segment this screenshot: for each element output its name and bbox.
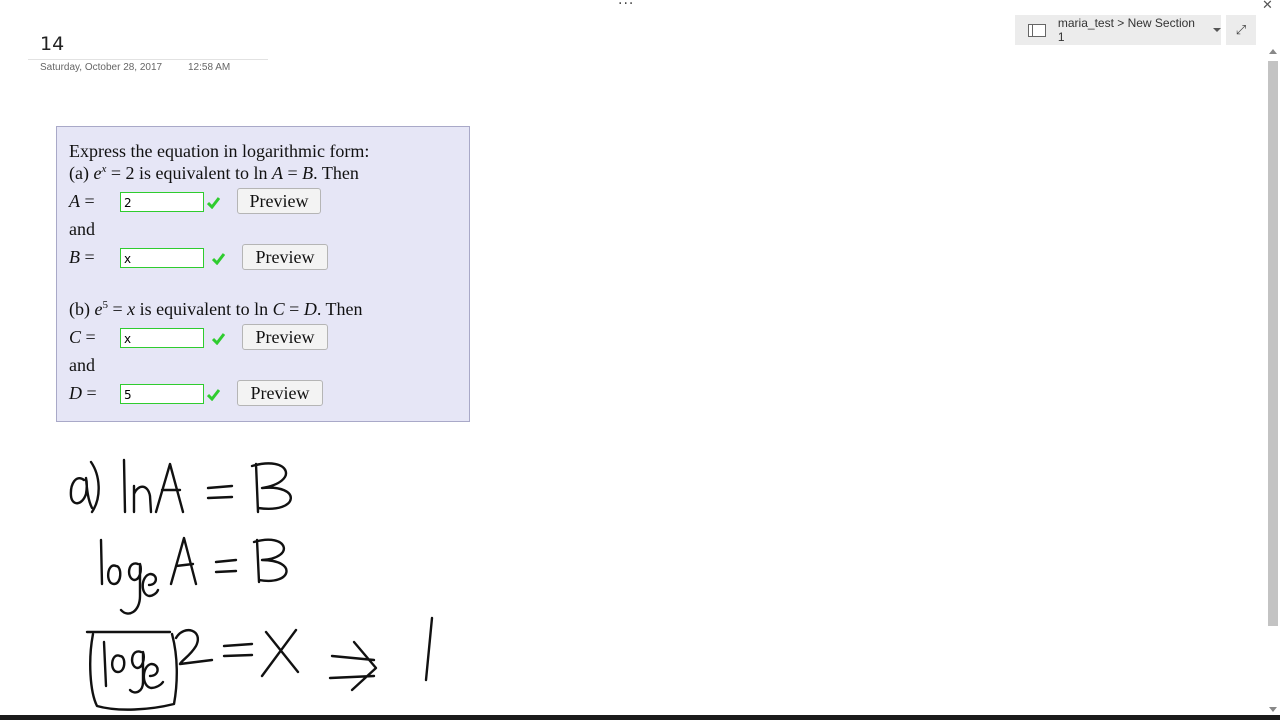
handwritten-notes-drawing [69, 458, 434, 711]
